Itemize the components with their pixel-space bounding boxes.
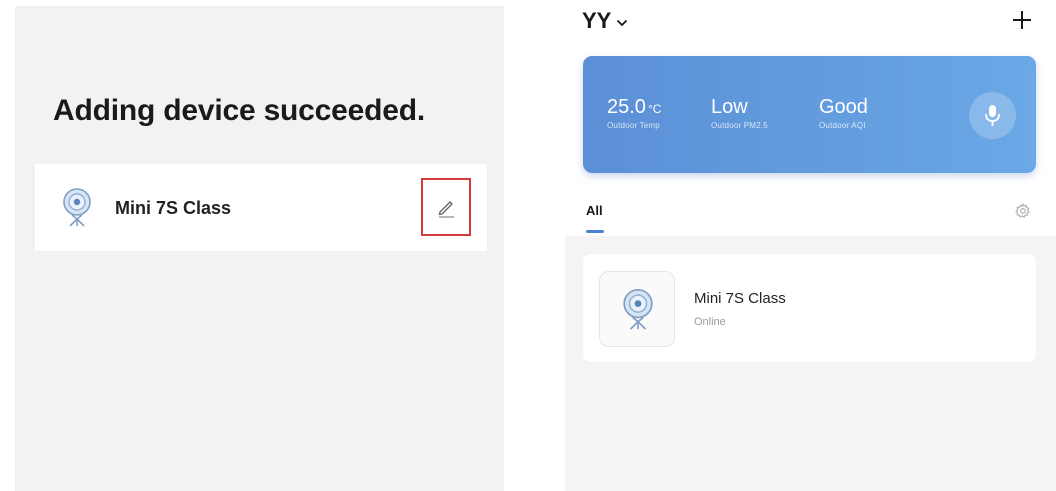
weather-card[interactable]: 25.0 °C Outdoor Temp Low Outdoor PM2.5 Go… <box>583 56 1036 173</box>
outdoor-temp: 25.0 °C Outdoor Temp <box>607 96 661 130</box>
device-list: Mini 7S Class Online <box>565 236 1056 491</box>
tab-active-indicator <box>586 230 604 233</box>
aqi-label: Outdoor AQI <box>819 121 866 130</box>
device-card[interactable]: Mini 7S Class Online <box>583 254 1036 362</box>
camera-icon <box>623 288 653 330</box>
tab-all[interactable]: All <box>586 203 603 218</box>
edit-pencil-icon <box>438 201 454 218</box>
camera-icon <box>63 188 91 227</box>
device-status: Online <box>694 316 726 328</box>
gear-icon[interactable] <box>1015 203 1031 219</box>
temp-label: Outdoor Temp <box>607 121 660 130</box>
device-icon-box <box>599 271 675 347</box>
pm-label: Outdoor PM2.5 <box>711 121 768 130</box>
chevron-down-icon <box>617 19 628 26</box>
added-device-row[interactable]: Mini 7S Class <box>35 164 487 251</box>
device-added-screen: Adding device succeeded. Mini 7S Class <box>15 6 504 491</box>
aqi-value: Good <box>819 96 868 118</box>
plus-icon[interactable] <box>1012 10 1032 30</box>
microphone-icon <box>985 105 1000 126</box>
home-selector[interactable]: YY <box>582 8 628 34</box>
home-screen: YY 25.0 °C Outdoor Temp Low Outdoor PM2.5… <box>565 0 1056 491</box>
pm-value: Low <box>711 96 748 118</box>
edit-name-button[interactable] <box>421 178 471 236</box>
temp-unit: °C <box>647 102 662 116</box>
voice-button[interactable] <box>969 92 1016 139</box>
home-name: YY <box>582 8 612 33</box>
outdoor-pm25: Low Outdoor PM2.5 <box>711 96 768 130</box>
temp-value: 25.0 <box>607 96 646 118</box>
device-name: Mini 7S Class <box>694 290 786 307</box>
device-name: Mini 7S Class <box>115 198 232 218</box>
outdoor-aqi: Good Outdoor AQI <box>819 96 868 130</box>
success-title: Adding device succeeded. <box>53 94 425 127</box>
